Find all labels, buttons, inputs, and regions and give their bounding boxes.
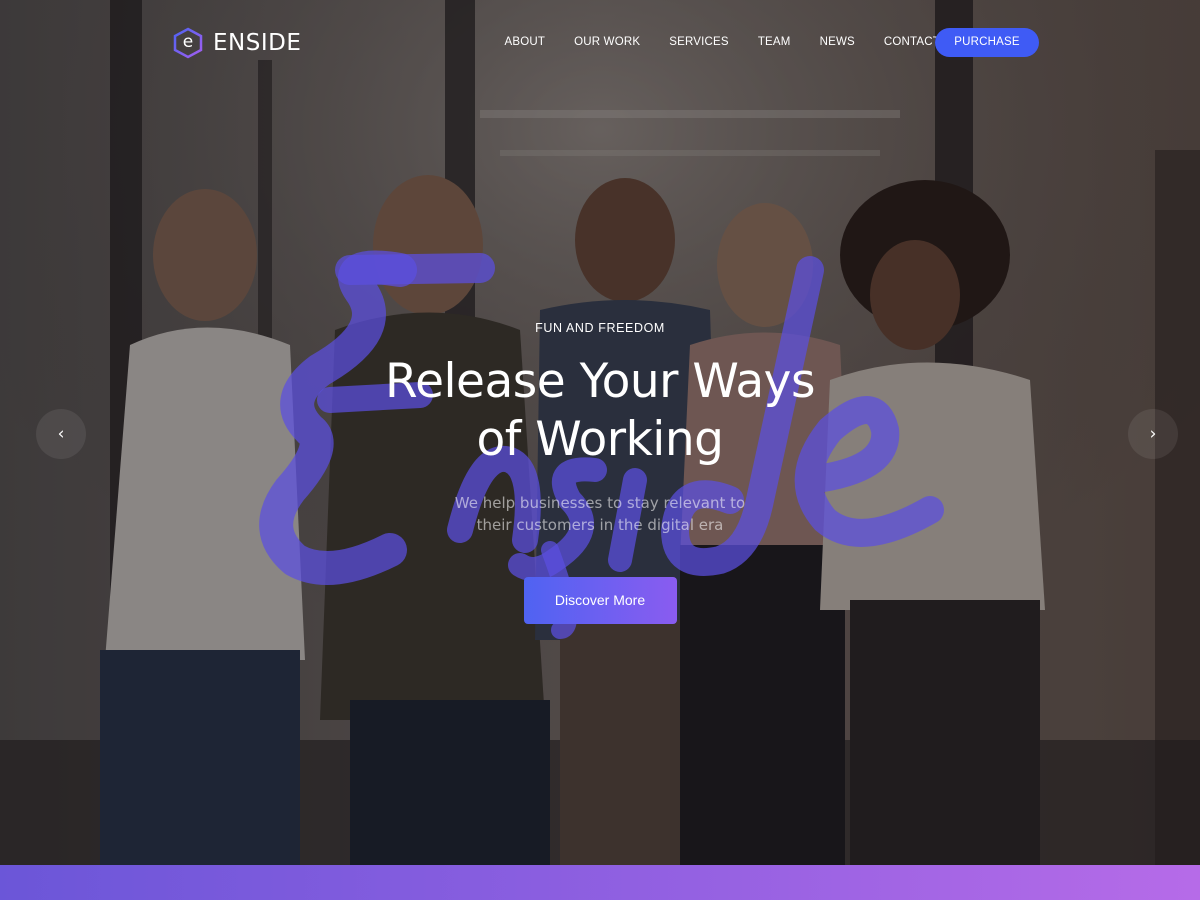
- hero-subtext: We help businesses to stay relevant to t…: [454, 494, 746, 534]
- nav-item-contact[interactable]: CONTACT: [884, 36, 940, 48]
- chevron-left-icon: ‹: [57, 424, 65, 444]
- slider-prev-button[interactable]: ‹: [36, 409, 86, 459]
- landing-page: e ENSIDE ABOUT OUR WORK SERVICES TEAM NE…: [0, 0, 1200, 900]
- bottom-gradient-band: [0, 865, 1200, 900]
- hero-content: FUN AND FREEDOM Release Your Ways of Wor…: [300, 310, 900, 624]
- nav-item-team[interactable]: TEAM: [758, 36, 791, 48]
- site-header: e ENSIDE ABOUT OUR WORK SERVICES TEAM NE…: [0, 0, 1200, 86]
- slider-next-button[interactable]: ›: [1128, 409, 1178, 459]
- nav-item-services[interactable]: SERVICES: [669, 36, 729, 48]
- purchase-button[interactable]: PURCHASE: [935, 28, 1039, 57]
- nav-item-about[interactable]: ABOUT: [505, 36, 546, 48]
- hexagon-logo-icon: e: [173, 27, 203, 59]
- nav-item-news[interactable]: NEWS: [820, 36, 855, 48]
- nav-item-our-work[interactable]: OUR WORK: [574, 36, 640, 48]
- discover-more-button[interactable]: Discover More: [523, 577, 677, 624]
- logo-letter: e: [182, 32, 194, 52]
- hero-headline-line-2: of Working: [476, 412, 724, 467]
- main-nav: ABOUT OUR WORK SERVICES TEAM NEWS CONTAC…: [490, 28, 955, 56]
- hero-headline-line-1: Release Your Ways: [385, 354, 815, 409]
- chevron-right-icon: ›: [1149, 424, 1157, 444]
- hero-headline: Release Your Ways of Working: [300, 353, 900, 469]
- brand-logo[interactable]: e ENSIDE: [173, 27, 301, 59]
- brand-name: ENSIDE: [213, 30, 302, 56]
- hero-eyebrow: FUN AND FREEDOM: [535, 321, 665, 335]
